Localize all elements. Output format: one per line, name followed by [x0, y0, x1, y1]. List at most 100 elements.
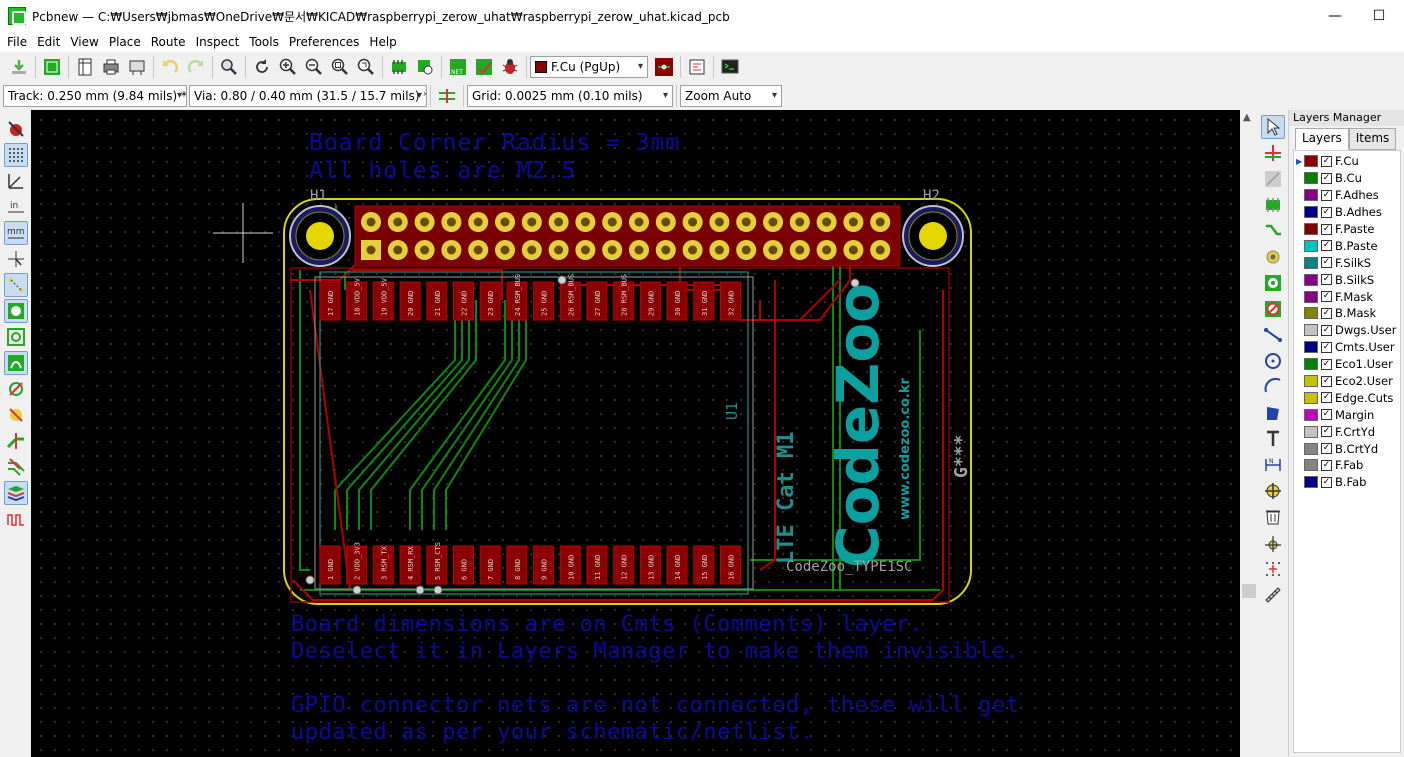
- layer-pair-icon[interactable]: [652, 55, 676, 79]
- layer-visibility-checkbox[interactable]: ✓: [1321, 375, 1332, 387]
- auto-track-width-icon[interactable]: [435, 84, 459, 108]
- via-size-select[interactable]: Via: 0.80 / 0.40 mm (31.5 / 15.7 mils) *…: [189, 85, 427, 107]
- layer-color-swatch[interactable]: [1304, 391, 1318, 404]
- layer-visibility-checkbox[interactable]: ✓: [1321, 155, 1332, 167]
- grid-select[interactable]: Grid: 0.0025 mm (0.10 mils) ▾: [467, 85, 673, 107]
- page-settings-icon[interactable]: [73, 55, 97, 79]
- zoom-select[interactable]: Zoom Auto ▾: [680, 85, 782, 107]
- zone-sketch-icon[interactable]: [3, 351, 28, 375]
- units-inch-icon[interactable]: in: [4, 195, 28, 219]
- layer-row-b-fab[interactable]: ✓ B.Fab: [1294, 474, 1400, 491]
- layer-row-f-fab[interactable]: ✓ F.Fab: [1294, 457, 1400, 474]
- layer-color-swatch[interactable]: [1304, 172, 1318, 185]
- route-track-icon[interactable]: [1261, 219, 1285, 243]
- layer-row-b-cu[interactable]: ✓ B.Cu: [1294, 170, 1400, 187]
- pads-sketch-icon[interactable]: [4, 377, 28, 401]
- layer-color-swatch[interactable]: [1304, 324, 1318, 337]
- add-via-icon[interactable]: [1261, 245, 1285, 269]
- layer-row-margin[interactable]: ✓ Margin: [1294, 406, 1400, 423]
- layer-color-swatch[interactable]: [1304, 223, 1318, 235]
- layer-visibility-checkbox[interactable]: ✓: [1321, 358, 1332, 370]
- delete-icon[interactable]: [1261, 505, 1285, 529]
- layer-row-f-crtyd[interactable]: ✓ F.CrtYd: [1294, 423, 1400, 440]
- layer-color-swatch[interactable]: [1304, 239, 1318, 252]
- layer-color-swatch[interactable]: [1304, 206, 1318, 219]
- python-console-icon[interactable]: [718, 55, 742, 79]
- drc-bug-icon[interactable]: [498, 55, 522, 79]
- layer-color-swatch[interactable]: [1304, 273, 1318, 286]
- layer-row-b-crtyd[interactable]: ✓ B.CrtYd: [1294, 440, 1400, 457]
- layer-row-b-adhes[interactable]: ✓ B.Adhes: [1294, 204, 1400, 221]
- drc-off-icon[interactable]: [4, 117, 28, 141]
- layer-color-swatch[interactable]: [1304, 155, 1318, 168]
- layer-row-f-cu[interactable]: ▶ ✓ F.Cu: [1294, 153, 1400, 170]
- layer-visibility-checkbox[interactable]: ✓: [1321, 476, 1332, 488]
- layer-color-swatch[interactable]: [1304, 189, 1318, 202]
- layer-visibility-checkbox[interactable]: ✓: [1321, 307, 1332, 319]
- menu-edit[interactable]: Edit: [32, 35, 65, 49]
- add-polygon-icon[interactable]: [1261, 401, 1285, 425]
- scroll-thumb[interactable]: [1242, 584, 1256, 598]
- board-setup-icon[interactable]: [40, 55, 64, 79]
- polar-coords-icon[interactable]: [4, 169, 28, 193]
- add-arc-icon[interactable]: [1261, 375, 1285, 399]
- layer-visibility-checkbox[interactable]: ✓: [1321, 426, 1332, 438]
- menu-tools[interactable]: Tools: [244, 35, 284, 49]
- select-arrow-icon[interactable]: [1261, 115, 1285, 139]
- undo-icon[interactable]: [158, 55, 182, 79]
- zoom-out-icon[interactable]: [302, 55, 326, 79]
- layer-color-swatch[interactable]: [1304, 307, 1318, 320]
- layer-visibility-checkbox[interactable]: ✓: [1321, 341, 1332, 353]
- update-pcb-icon[interactable]: [472, 55, 496, 79]
- scripting-icon[interactable]: [685, 55, 709, 79]
- layer-visibility-checkbox[interactable]: ✓: [1321, 257, 1332, 269]
- layer-visibility-checkbox[interactable]: ✓: [1321, 172, 1332, 184]
- minimize-button[interactable]: —: [1312, 0, 1358, 32]
- grid-toggle-icon[interactable]: [3, 143, 28, 167]
- layers-manager-icon[interactable]: [3, 481, 28, 505]
- layer-color-swatch[interactable]: [1304, 375, 1318, 388]
- tab-layers[interactable]: Layers: [1295, 128, 1349, 150]
- canvas-scrollbar[interactable]: ▲: [1240, 110, 1258, 757]
- refresh-icon[interactable]: [250, 55, 274, 79]
- highlight-net-icon[interactable]: [1261, 141, 1285, 165]
- add-keepout-icon[interactable]: [1261, 297, 1285, 321]
- layer-visibility-checkbox[interactable]: ✓: [1321, 409, 1332, 421]
- add-footprint-icon[interactable]: [1261, 193, 1285, 217]
- layer-color-swatch[interactable]: [1304, 290, 1318, 303]
- layer-color-swatch[interactable]: [1304, 341, 1318, 354]
- layer-row-f-mask[interactable]: ✓ F.Mask: [1294, 288, 1400, 305]
- layer-row-eco2-user[interactable]: ✓ Eco2.User: [1294, 373, 1400, 390]
- layer-row-dwgs-user[interactable]: ✓ Dwgs.User: [1294, 322, 1400, 339]
- netlist-icon[interactable]: NET: [446, 55, 470, 79]
- layer-color-swatch[interactable]: [1304, 408, 1318, 421]
- layer-row-eco1-user[interactable]: ✓ Eco1.User: [1294, 356, 1400, 373]
- vias-sketch-icon[interactable]: [4, 403, 28, 427]
- units-mm-icon[interactable]: mm: [3, 221, 28, 245]
- add-circle-icon[interactable]: [1261, 349, 1285, 373]
- layer-row-b-mask[interactable]: ✓ B.Mask: [1294, 305, 1400, 322]
- layer-visibility-checkbox[interactable]: ✓: [1321, 459, 1332, 471]
- layer-visibility-checkbox[interactable]: ✓: [1321, 223, 1332, 235]
- layer-visibility-checkbox[interactable]: ✓: [1321, 443, 1332, 455]
- layer-visibility-checkbox[interactable]: ✓: [1321, 392, 1332, 404]
- find-icon[interactable]: [217, 55, 241, 79]
- layer-color-swatch[interactable]: [1304, 459, 1318, 472]
- print-icon[interactable]: [99, 55, 123, 79]
- zoom-in-icon[interactable]: [276, 55, 300, 79]
- plot-icon[interactable]: [125, 55, 149, 79]
- active-layer-select[interactable]: F.Cu (PgUp) ▾: [530, 56, 648, 78]
- local-ratsnest-icon[interactable]: [1261, 167, 1285, 191]
- layer-visibility-checkbox[interactable]: ✓: [1321, 291, 1332, 303]
- ratsnest-icon[interactable]: [3, 273, 28, 297]
- layer-visibility-checkbox[interactable]: ✓: [1321, 206, 1332, 218]
- layer-color-swatch[interactable]: [1304, 442, 1318, 455]
- save-icon[interactable]: [7, 55, 31, 79]
- add-dimension-icon[interactable]: N: [1261, 453, 1285, 477]
- layer-visibility-checkbox[interactable]: ✓: [1321, 189, 1332, 201]
- menu-view[interactable]: View: [65, 35, 103, 49]
- zone-fill-icon[interactable]: [3, 299, 28, 323]
- redo-icon[interactable]: [184, 55, 208, 79]
- menu-file[interactable]: File: [2, 35, 32, 49]
- footprint-editor-icon[interactable]: [387, 55, 411, 79]
